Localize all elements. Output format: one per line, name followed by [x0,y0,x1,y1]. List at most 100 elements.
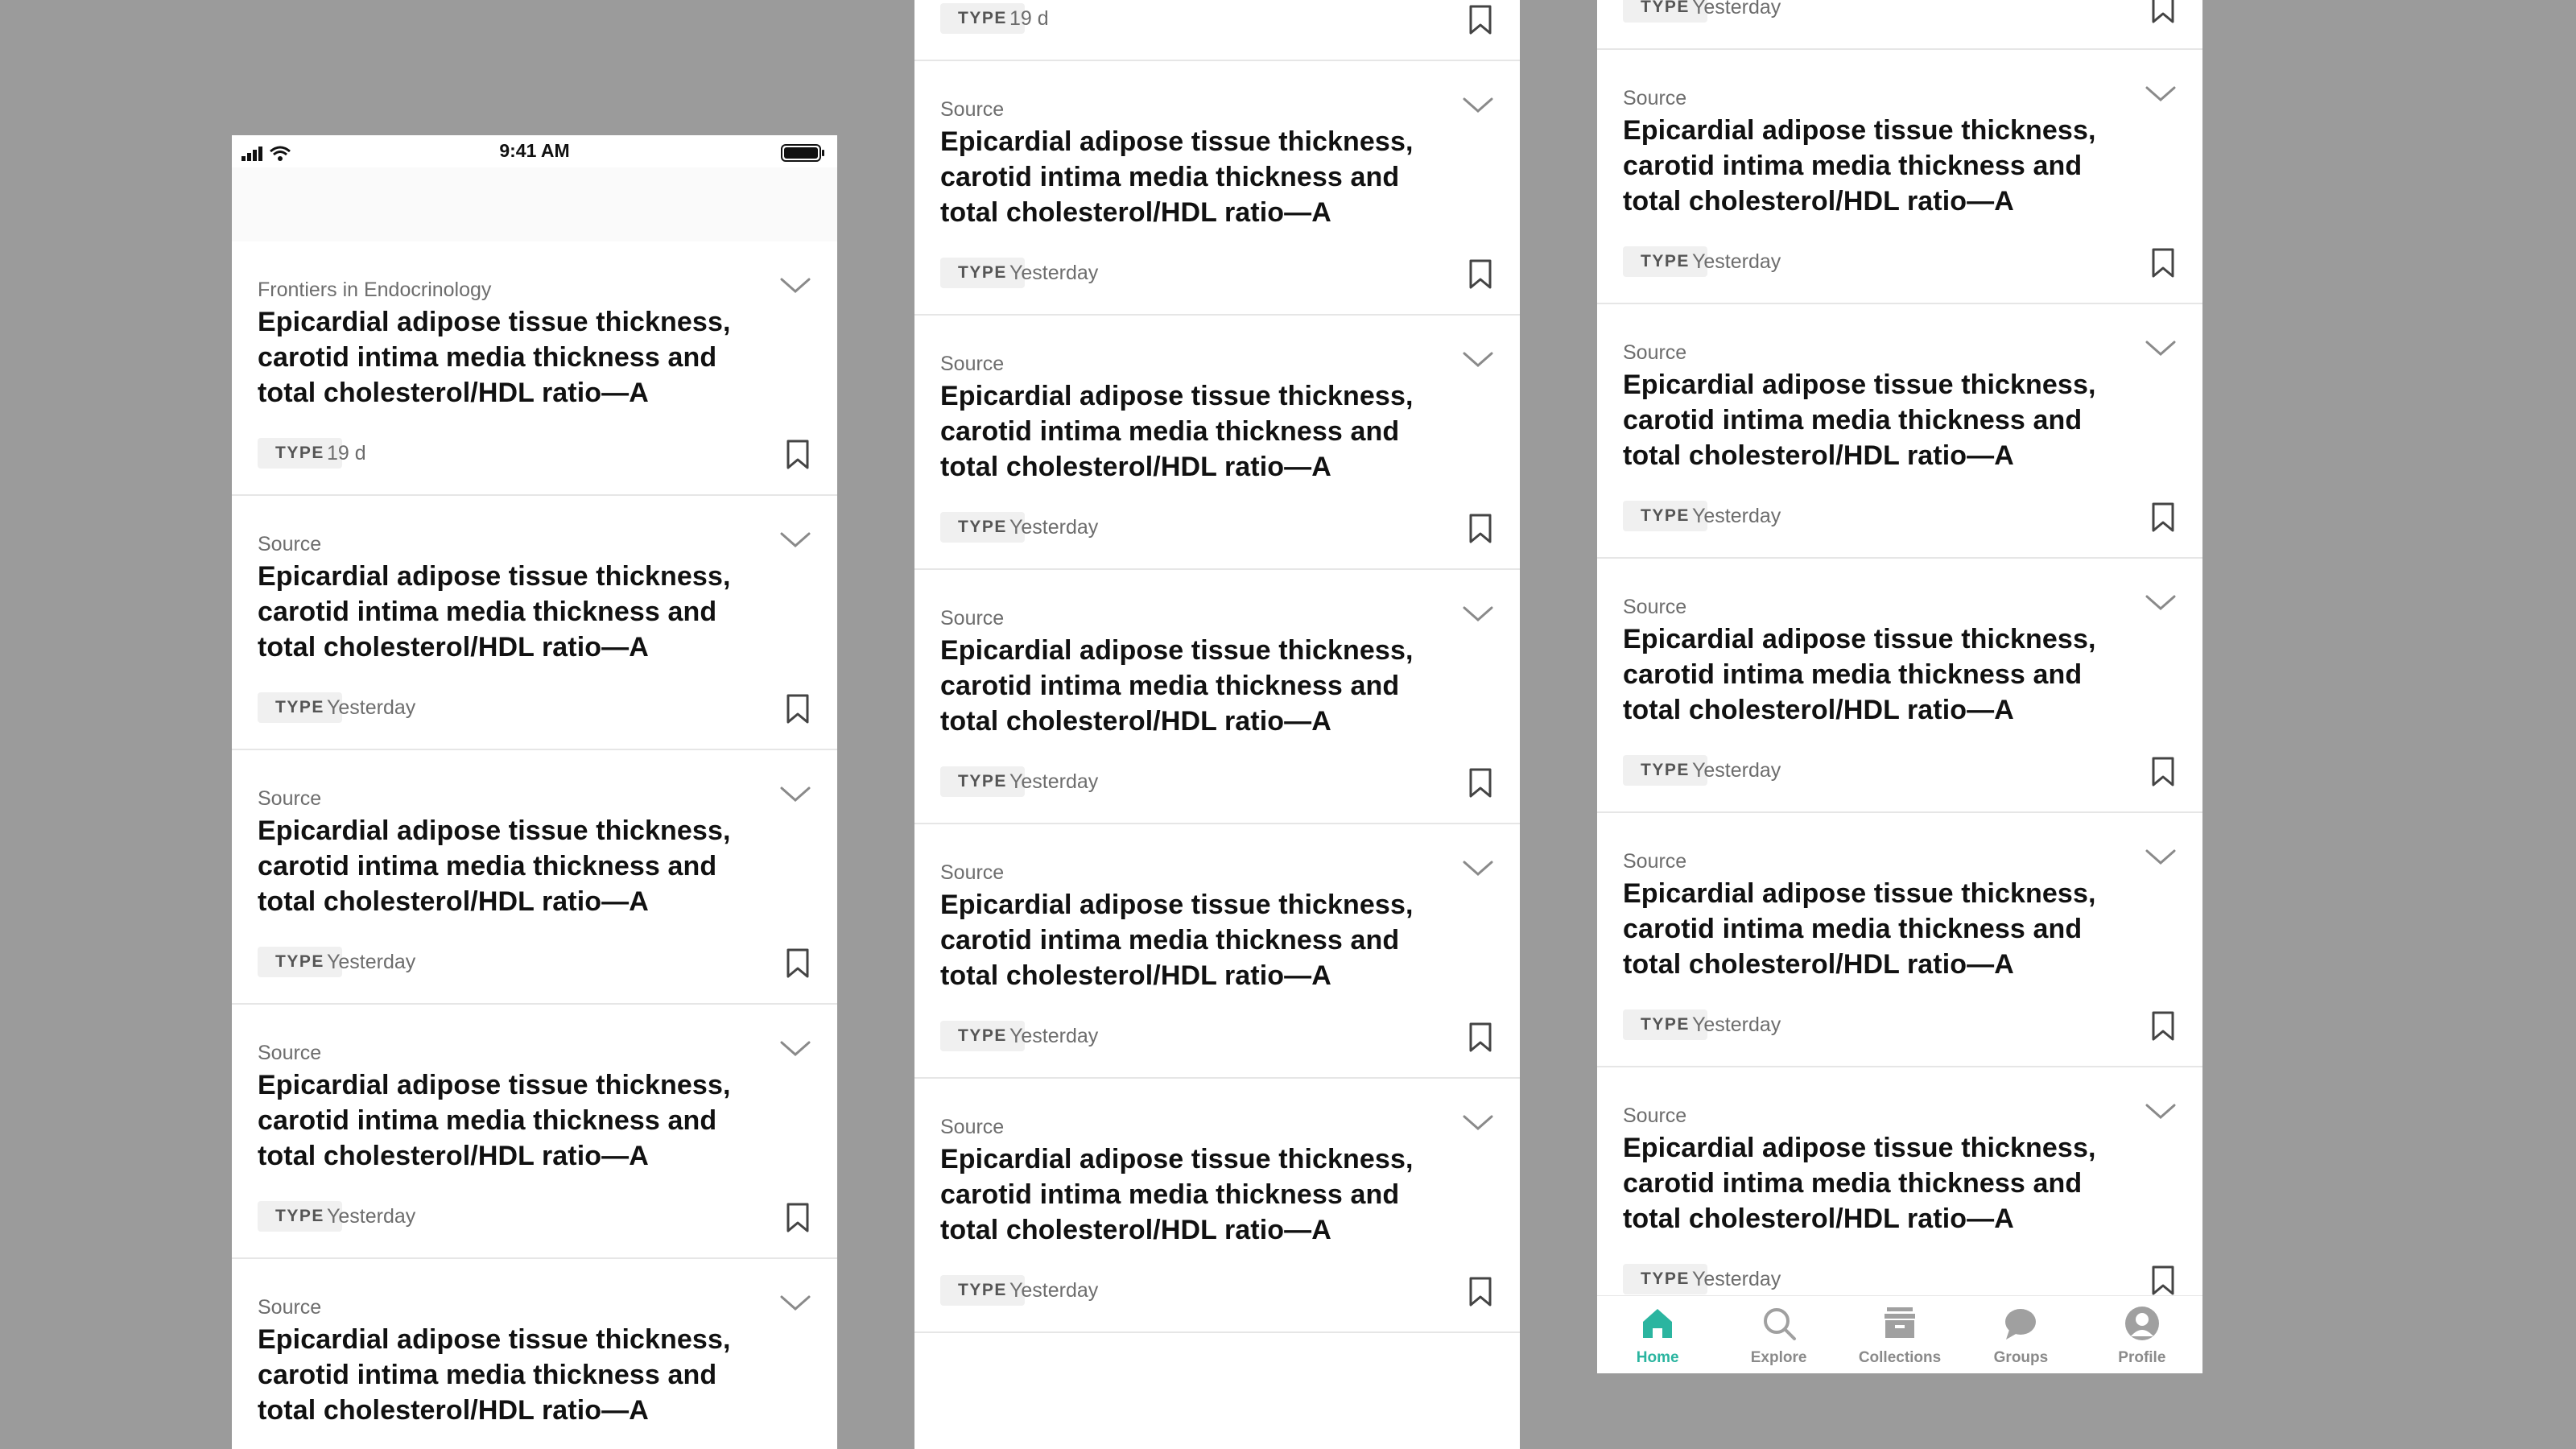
article-title[interactable]: Epicardial adipose tissue thickness, car… [940,124,1423,230]
chevron-down-icon[interactable] [1462,1113,1494,1133]
bookmark-icon[interactable] [2151,0,2175,24]
tab-collections[interactable]: Collections [1839,1296,1960,1373]
article-source: Source [1623,1104,1687,1127]
article-title[interactable]: Epicardial adipose tissue thickness, car… [1623,113,2106,219]
article-title[interactable]: Epicardial adipose tissue thickness, car… [1623,1130,2106,1236]
article-timestamp: 19 d [1009,7,1049,30]
article-card[interactable]: Source Epicardial adipose tissue thicknes… [914,61,1520,316]
chevron-down-icon[interactable] [1462,604,1494,625]
bookmark-icon[interactable] [2151,1011,2175,1042]
tab-groups[interactable]: Groups [1960,1296,2081,1373]
phone-screen-2: Epicardial adipose tissue thickness, car… [914,0,1520,1449]
tab-label: Groups [1993,1349,2049,1366]
article-card[interactable]: Source Epicardial adipose tissue thicknes… [914,824,1520,1079]
tab-label: Profile [2118,1349,2166,1366]
article-source: Source [1623,596,1687,618]
tab-label: Home [1636,1349,1679,1366]
bookmark-icon[interactable] [786,440,810,470]
chevron-down-icon[interactable] [1462,95,1494,116]
article-title[interactable]: Epicardial adipose tissue thickness, car… [940,1141,1423,1248]
chevron-down-icon[interactable] [2145,1101,2177,1122]
article-card[interactable]: Source Epicardial adipose tissue thicknes… [1597,304,2202,559]
chevron-down-icon[interactable] [1462,349,1494,370]
bookmark-icon[interactable] [2151,757,2175,787]
article-title[interactable]: Epicardial adipose tissue thickness, car… [258,1322,741,1428]
article-card[interactable]: Source Epicardial adipose tissue thicknes… [1597,50,2202,304]
bookmark-icon[interactable] [786,948,810,979]
article-title[interactable]: Epicardial adipose tissue thickness, car… [258,304,741,411]
article-source: Source [1623,341,1687,364]
bookmark-icon[interactable] [1468,1277,1492,1307]
chevron-down-icon[interactable] [779,275,811,296]
article-title[interactable]: Epicardial adipose tissue thickness, car… [258,813,741,919]
article-card[interactable]: Source Epicardial adipose tissue thicknes… [1597,559,2202,813]
chevron-down-icon[interactable] [1462,858,1494,879]
tab-label: Explore [1750,1349,1807,1366]
bookmark-icon[interactable] [786,694,810,724]
article-card[interactable]: Source Epicardial adipose tissue thicknes… [232,1259,837,1449]
article-timestamp: Yesterday [1692,759,1781,782]
article-timestamp: 19 d [327,442,366,464]
article-card[interactable]: Frontiers in Endocrinology Epicardial adi… [232,242,837,496]
article-source: Source [258,533,322,555]
bookmark-icon[interactable] [1468,259,1492,290]
article-title[interactable]: Epicardial adipose tissue thickness, car… [940,633,1423,739]
article-source: Source [1623,87,1687,109]
bookmark-icon[interactable] [1468,1022,1492,1053]
search-icon [1763,1308,1796,1340]
article-source: Frontiers in Endocrinology [258,279,492,301]
article-card[interactable]: Source Epicardial adipose tissue thicknes… [914,1079,1520,1333]
article-timestamp: Yesterday [1692,1013,1781,1036]
bookmark-icon[interactable] [2151,502,2175,533]
bookmark-icon[interactable] [1468,768,1492,799]
chevron-down-icon[interactable] [2145,847,2177,868]
article-title[interactable]: Epicardial adipose tissue thickness, car… [258,1067,741,1174]
article-timestamp: Yesterday [327,1205,416,1228]
phone-screen-1: 9:41 AM Frontiers in Endocrinology Epicar… [232,135,837,1449]
article-card[interactable]: Epicardial adipose tissue thickness, car… [914,0,1520,61]
article-title[interactable]: Epicardial adipose tissue thickness, car… [258,559,741,665]
article-card[interactable]: Source Epicardial adipose tissue thicknes… [232,496,837,750]
article-title[interactable]: Epicardial adipose tissue thickness, car… [1623,367,2106,473]
phone-screen-3: TYPE Yesterday Source Epicardial adipose ti… [1597,0,2202,1373]
bookmark-icon[interactable] [2151,1265,2175,1296]
chevron-down-icon[interactable] [779,1293,811,1314]
article-timestamp: Yesterday [1692,1268,1781,1290]
article-title[interactable]: Epicardial adipose tissue thickness, car… [1623,621,2106,728]
tab-explore[interactable]: Explore [1718,1296,1839,1373]
bookmark-icon[interactable] [2151,248,2175,279]
article-timestamp: Yesterday [1009,1025,1099,1047]
bookmark-icon[interactable] [786,1203,810,1233]
chevron-down-icon[interactable] [2145,84,2177,105]
chat-bubble-icon [2005,1309,2037,1340]
article-card[interactable]: Source Epicardial adipose tissue thicknes… [232,1005,837,1259]
tab-home[interactable]: Home [1597,1296,1718,1373]
article-card[interactable]: Source Epicardial adipose tissue thicknes… [914,316,1520,570]
article-card[interactable]: Source Epicardial adipose tissue thicknes… [914,570,1520,824]
article-card[interactable]: Source Epicardial adipose tissue thicknes… [1597,813,2202,1067]
chevron-down-icon[interactable] [779,784,811,805]
feed-list: TYPE Yesterday Source Epicardial adipose ti… [1597,0,2202,1322]
article-timestamp: Yesterday [1009,770,1099,793]
chevron-down-icon[interactable] [2145,338,2177,359]
article-card[interactable]: Source Epicardial adipose tissue thicknes… [1597,1067,2202,1322]
article-timestamp: Yesterday [1009,1279,1099,1302]
article-card[interactable]: TYPE Yesterday [1597,0,2202,50]
tab-label: Collections [1858,1349,1942,1366]
article-title[interactable]: Epicardial adipose tissue thickness, car… [940,378,1423,485]
article-card[interactable]: Source Epicardial adipose tissue thicknes… [232,750,837,1005]
bookmark-icon[interactable] [1468,514,1492,544]
article-title[interactable]: Epicardial adipose tissue thickness, car… [940,887,1423,993]
chevron-down-icon[interactable] [779,1038,811,1059]
tab-profile[interactable]: Profile [2082,1296,2202,1373]
chevron-down-icon[interactable] [2145,592,2177,613]
article-title[interactable]: Epicardial adipose tissue thickness, car… [1623,876,2106,982]
status-time: 9:41 AM [499,140,570,161]
feed-list: Epicardial adipose tissue thickness, car… [914,0,1520,1333]
article-source: Source [1623,850,1687,873]
bookmark-icon[interactable] [1468,5,1492,35]
article-source: Source [258,1296,322,1319]
chevron-down-icon[interactable] [779,530,811,551]
home-icon [1643,1309,1673,1338]
tab-bar: Home Explore Collections Groups Profile [1597,1295,2202,1373]
